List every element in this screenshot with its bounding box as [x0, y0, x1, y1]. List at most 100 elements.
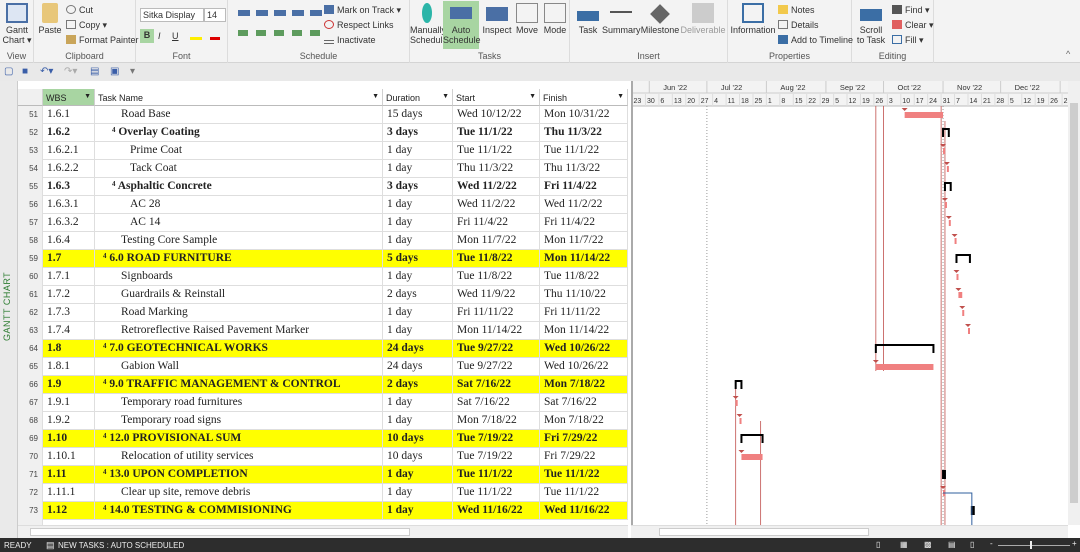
start-cell[interactable]: Fri 11/11/22: [453, 304, 540, 322]
finish-cell[interactable]: Tue 11/8/22: [540, 268, 628, 286]
duration-cell[interactable]: 1 day: [383, 268, 453, 286]
task-name-cell[interactable]: ⁴ Overlay Coating: [95, 124, 383, 142]
task-row[interactable]: 61 1.7.2 Guardrails & Reinstall 2 days Wed 1…: [18, 286, 628, 304]
task-row[interactable]: 67 1.9.1 Temporary road furnitures 1 day Sat…: [18, 394, 628, 412]
task-button[interactable]: Task: [574, 3, 602, 35]
task-name-cell[interactable]: Guardrails & Reinstall: [95, 286, 383, 304]
column-header-task-name[interactable]: Task Name ▼: [95, 89, 383, 106]
start-cell[interactable]: Wed 11/9/22: [453, 286, 540, 304]
collapse-ribbon-icon[interactable]: ^: [1066, 48, 1070, 60]
wbs-cell[interactable]: 1.7.3: [43, 304, 95, 322]
task-row[interactable]: 55 1.6.3 ⁴ Asphaltic Concrete 3 days Wed 11/…: [18, 178, 628, 196]
start-cell[interactable]: Mon 11/7/22: [453, 232, 540, 250]
row-number[interactable]: 59: [18, 250, 43, 268]
finish-cell[interactable]: Fri 7/29/22: [540, 448, 628, 466]
wbs-cell[interactable]: 1.6.2.2: [43, 160, 95, 178]
column-header-wbs[interactable]: WBS ▼: [43, 89, 95, 106]
finish-cell[interactable]: Wed 11/16/22: [540, 502, 628, 520]
task-row[interactable]: 70 1.10.1 Relocation of utility services 10…: [18, 448, 628, 466]
wbs-cell[interactable]: 1.9: [43, 376, 95, 394]
wbs-cell[interactable]: 1.8.1: [43, 358, 95, 376]
finish-cell[interactable]: Mon 11/14/22: [540, 322, 628, 340]
duration-cell[interactable]: 1 day: [383, 322, 453, 340]
start-cell[interactable]: Tue 11/1/22: [453, 466, 540, 484]
information-button[interactable]: Information: [730, 3, 776, 35]
row-number[interactable]: 53: [18, 142, 43, 160]
dropdown-icon[interactable]: ▼: [617, 93, 624, 100]
finish-cell[interactable]: Thu 11/3/22: [540, 124, 628, 142]
start-cell[interactable]: Sat 7/16/22: [453, 394, 540, 412]
duration-cell[interactable]: 24 days: [383, 358, 453, 376]
indent-link-icons[interactable]: [238, 30, 328, 36]
notes-button[interactable]: Notes: [778, 4, 815, 16]
row-number[interactable]: 54: [18, 160, 43, 178]
duration-cell[interactable]: 5 days: [383, 250, 453, 268]
task-sheet-horizontal-scrollbar[interactable]: [18, 525, 628, 538]
task-row[interactable]: 64 1.8 ⁴ 7.0 GEOTECHNICAL WORKS 24 days Tue …: [18, 340, 628, 358]
duration-cell[interactable]: 10 days: [383, 448, 453, 466]
row-number[interactable]: 68: [18, 412, 43, 430]
task-usage-icon[interactable]: ▦: [900, 540, 908, 549]
finish-cell[interactable]: Wed 10/26/22: [540, 358, 628, 376]
finish-cell[interactable]: Wed 11/2/22: [540, 196, 628, 214]
row-number[interactable]: 56: [18, 196, 43, 214]
finish-cell[interactable]: Mon 10/31/22: [540, 106, 628, 124]
task-row[interactable]: 56 1.6.3.1 AC 28 1 day Wed 11/2/22 Wed 11/2/2…: [18, 196, 628, 214]
start-cell[interactable]: Tue 11/8/22: [453, 250, 540, 268]
finish-cell[interactable]: Tue 11/1/22: [540, 484, 628, 502]
dropdown-icon[interactable]: ▼: [84, 93, 91, 100]
task-name-cell[interactable]: ⁴ 14.0 TESTING & COMMISIONING: [95, 502, 383, 520]
task-name-cell[interactable]: Signboards: [95, 268, 383, 286]
duration-cell[interactable]: 1 day: [383, 232, 453, 250]
start-cell[interactable]: Mon 11/14/22: [453, 322, 540, 340]
row-number[interactable]: 52: [18, 124, 43, 142]
duration-cell[interactable]: 24 days: [383, 340, 453, 358]
font-family-select[interactable]: Sitka Display: [140, 8, 204, 22]
report-icon[interactable]: ▯: [970, 540, 974, 549]
mode-button[interactable]: Mode: [542, 3, 568, 35]
team-planner-icon[interactable]: ▩: [924, 540, 932, 549]
row-number[interactable]: 66: [18, 376, 43, 394]
row-number[interactable]: 60: [18, 268, 43, 286]
manually-schedule-button[interactable]: Manually Schedule: [410, 3, 448, 45]
task-name-cell[interactable]: ⁴ 6.0 ROAD FURNITURE: [95, 250, 383, 268]
start-cell[interactable]: Thu 11/3/22: [453, 160, 540, 178]
start-cell[interactable]: Tue 7/19/22: [453, 430, 540, 448]
task-row[interactable]: 59 1.7 ⁴ 6.0 ROAD FURNITURE 5 days Tue 11/8/…: [18, 250, 628, 268]
finish-cell[interactable]: Mon 11/14/22: [540, 250, 628, 268]
task-name-cell[interactable]: Temporary road signs: [95, 412, 383, 430]
column-header-duration[interactable]: Duration ▼: [383, 89, 453, 106]
start-cell[interactable]: Wed 11/2/22: [453, 178, 540, 196]
finish-cell[interactable]: Fri 11/11/22: [540, 304, 628, 322]
finish-cell[interactable]: Sat 7/16/22: [540, 394, 628, 412]
task-row[interactable]: 60 1.7.1 Signboards 1 day Tue 11/8/22 Tue 11/…: [18, 268, 628, 286]
wbs-cell[interactable]: 1.6.3.1: [43, 196, 95, 214]
percent-complete-icons[interactable]: [238, 10, 328, 16]
finish-cell[interactable]: Wed 10/26/22: [540, 340, 628, 358]
gantt-chart-button[interactable]: Gantt Chart ▾: [2, 3, 32, 45]
new-icon[interactable]: ▢: [4, 66, 13, 77]
task-row[interactable]: 63 1.7.4 Retroreflective Raised Pavement M…: [18, 322, 628, 340]
scrollbar-thumb[interactable]: [30, 528, 410, 536]
task-row[interactable]: 71 1.11 ⁴ 13.0 UPON COMPLETION 1 day Tue 11/…: [18, 466, 628, 484]
move-button[interactable]: Move: [514, 3, 540, 35]
wbs-cell[interactable]: 1.10: [43, 430, 95, 448]
row-number[interactable]: 63: [18, 322, 43, 340]
undo-icon[interactable]: ↶▾: [40, 66, 53, 77]
finish-cell[interactable]: Mon 7/18/22: [540, 412, 628, 430]
row-number[interactable]: 51: [18, 106, 43, 124]
save-icon[interactable]: ■: [22, 66, 28, 77]
start-cell[interactable]: Tue 11/1/22: [453, 124, 540, 142]
column-header-start[interactable]: Start ▼: [453, 89, 540, 106]
dropdown-icon[interactable]: ▼: [529, 93, 536, 100]
vertical-scrollbar[interactable]: [1068, 81, 1080, 525]
add-to-timeline-button[interactable]: Add to Timeline: [778, 34, 853, 46]
wbs-cell[interactable]: 1.6.2.1: [43, 142, 95, 160]
inactivate-button[interactable]: Inactivate: [324, 34, 376, 46]
wbs-cell[interactable]: 1.11: [43, 466, 95, 484]
duration-cell[interactable]: 1 day: [383, 142, 453, 160]
wbs-cell[interactable]: 1.8: [43, 340, 95, 358]
start-cell[interactable]: Wed 11/16/22: [453, 502, 540, 520]
duration-cell[interactable]: 1 day: [383, 412, 453, 430]
row-number[interactable]: 71: [18, 466, 43, 484]
